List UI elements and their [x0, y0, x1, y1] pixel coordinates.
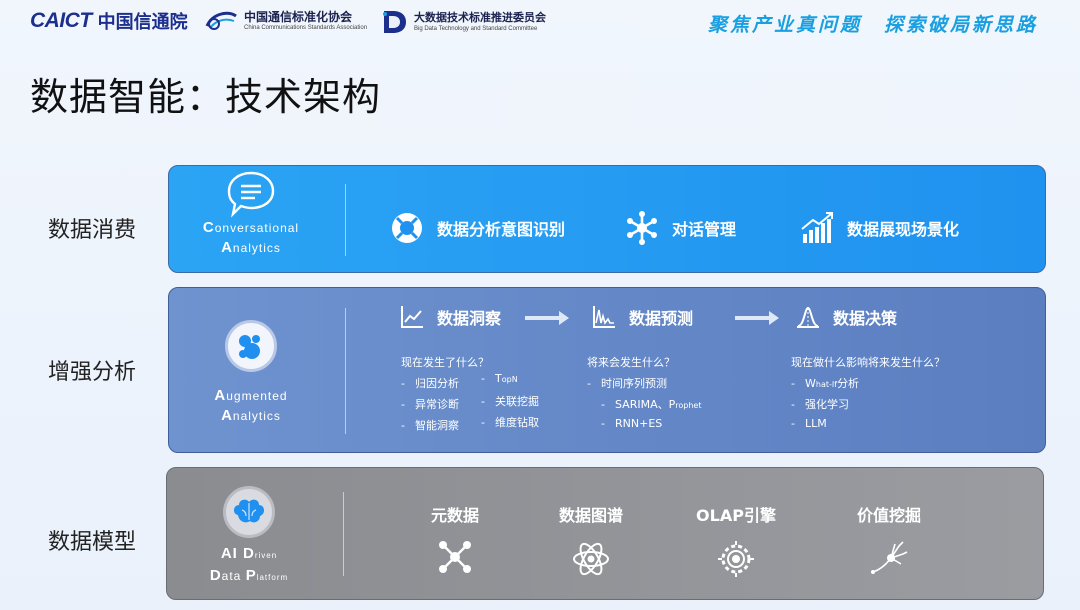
stage-label: 数据决策 [833, 309, 898, 328]
ccsa-name: 中国通信标准化协会 [244, 10, 353, 24]
feature-label: 数据分析意图识别 [437, 220, 566, 239]
bdtc-name: 大数据技术标准推进委员会 [414, 11, 546, 24]
ccsa-swoosh-icon [205, 11, 237, 30]
augmented-block: Augmented Analytics [191, 320, 311, 426]
model-item-label: 元数据 [430, 506, 479, 525]
model-item-metadata: 元数据 [415, 502, 495, 574]
insight-item: - 异常诊断 [401, 398, 459, 411]
caict-name: 中国信通院 [97, 12, 188, 33]
neuron-icon [871, 541, 908, 574]
conversational-caption-1: Conversational [202, 219, 300, 236]
augment-divider [345, 308, 346, 434]
predict-item: - 时间序列预测 [587, 377, 667, 390]
feature-label: 数据展现场景化 [847, 220, 960, 239]
stage-decide: 数据决策 [795, 304, 897, 330]
model-item-olap-engine: OLAP引擎 [681, 502, 791, 578]
ai-platform-caption-2: Data Platform [209, 567, 289, 584]
predict-question: 将来会发生什么？ [587, 356, 675, 369]
consume-panel: Conversational Analytics 数据分析意图识别 对话管理 数… [168, 165, 1046, 273]
row-label-consume: 数据消费 [48, 218, 137, 243]
ccsa-logo: 中国通信标准化协会 China Communications Standards… [204, 8, 367, 34]
caict-mark: CAICT [30, 9, 92, 32]
bar-chart-icon [801, 212, 833, 243]
stage-predict: 数据预测 [591, 304, 693, 330]
conversational-block: Conversational Analytics [191, 170, 311, 258]
bdtc-name-en: Big Data Technology and Standard Committ… [414, 26, 538, 32]
brain-icon [223, 486, 275, 538]
feature-visual-scenario: 数据展现场景化 [799, 210, 959, 246]
feature-label: 对话管理 [672, 220, 737, 239]
lifebuoy-icon [392, 213, 422, 243]
row-label-model: 数据模型 [48, 530, 137, 555]
line-chart-icon [401, 306, 423, 328]
augmented-bubbles-icon [225, 320, 277, 372]
network-hub-icon [627, 211, 657, 245]
page-title: 数据智能：技术架构 [30, 75, 382, 119]
stage-label: 数据洞察 [437, 309, 502, 328]
feature-intent-recognition: 数据分析意图识别 [389, 210, 565, 246]
consume-divider [345, 184, 346, 256]
stage-label: 数据预测 [629, 309, 694, 328]
slogan-part-2: 探索破局新思路 [883, 14, 1038, 36]
augmented-caption-2: Analytics [221, 407, 281, 424]
flow-arrow-2 [735, 311, 779, 325]
ccsa-name-en: China Communications Standards Associati… [244, 25, 368, 31]
slogan-part-1: 聚焦产业真问题 [707, 14, 862, 36]
header: CAICT 中国信通院 中国通信标准化协会 China Communicatio… [0, 0, 1080, 48]
predict-sub-item: - SARIMA、Prophet [601, 398, 702, 411]
model-panel: AI Driven Data Platform 元数据 数据图谱 OLAP引擎 … [166, 467, 1044, 600]
flow-arrow-1 [525, 311, 569, 325]
stage-insight: 数据洞察 [399, 304, 501, 330]
insight-item: - 关联挖掘 [481, 395, 539, 408]
bdtc-logo: 大数据技术标准推进委员会 Big Data Technology and Sta… [380, 8, 546, 36]
chat-bubble-icon [227, 171, 275, 218]
insight-item: - 归因分析 [401, 377, 459, 390]
row-label-augment: 增强分析 [48, 360, 137, 385]
conversational-caption-2: Analytics [221, 239, 281, 256]
insight-question: 现在发生了什么？ [401, 356, 489, 369]
gear-engine-icon [718, 541, 754, 577]
decide-question: 现在做什么影响将来发生什么？ [791, 356, 945, 369]
model-item-label: OLAP引擎 [696, 506, 776, 525]
atom-icon [573, 542, 609, 576]
bell-curve-icon [797, 306, 819, 328]
graph-nodes-icon [439, 541, 471, 573]
bdtc-d-icon [383, 11, 406, 33]
ai-platform-caption-1: AI Driven [220, 545, 278, 562]
model-item-value-mining: 价值挖掘 [839, 502, 939, 578]
decide-item: - LLM [791, 417, 827, 430]
caict-logo: CAICT 中国信通院 [30, 8, 188, 34]
model-item-knowledge-graph: 数据图谱 [541, 502, 641, 578]
model-divider [343, 492, 344, 576]
ai-platform-block: AI Driven Data Platform [189, 486, 309, 588]
insight-item: - 维度钻取 [481, 416, 539, 429]
decide-item: - 强化学习 [791, 398, 849, 411]
waveform-icon [593, 306, 615, 328]
decide-item: - What-If分析 [791, 377, 860, 390]
slogan: 聚焦产业真问题 探索破局新思路 [708, 10, 1038, 37]
insight-item: - 智能洞察 [401, 419, 459, 432]
model-item-label: 价值挖掘 [856, 506, 921, 525]
feature-dialog-management: 对话管理 [624, 210, 736, 246]
augment-panel: Augmented Analytics 数据洞察 数据预测 数据决策 现在发生了… [168, 287, 1046, 453]
predict-sub-item: - RNN+ES [601, 417, 663, 430]
model-item-label: 数据图谱 [558, 506, 623, 525]
augmented-caption-1: Augmented [214, 387, 288, 404]
insight-item: - TopN [481, 372, 518, 385]
slide: CAICT 中国信通院 中国通信标准化协会 China Communicatio… [0, 0, 1080, 610]
